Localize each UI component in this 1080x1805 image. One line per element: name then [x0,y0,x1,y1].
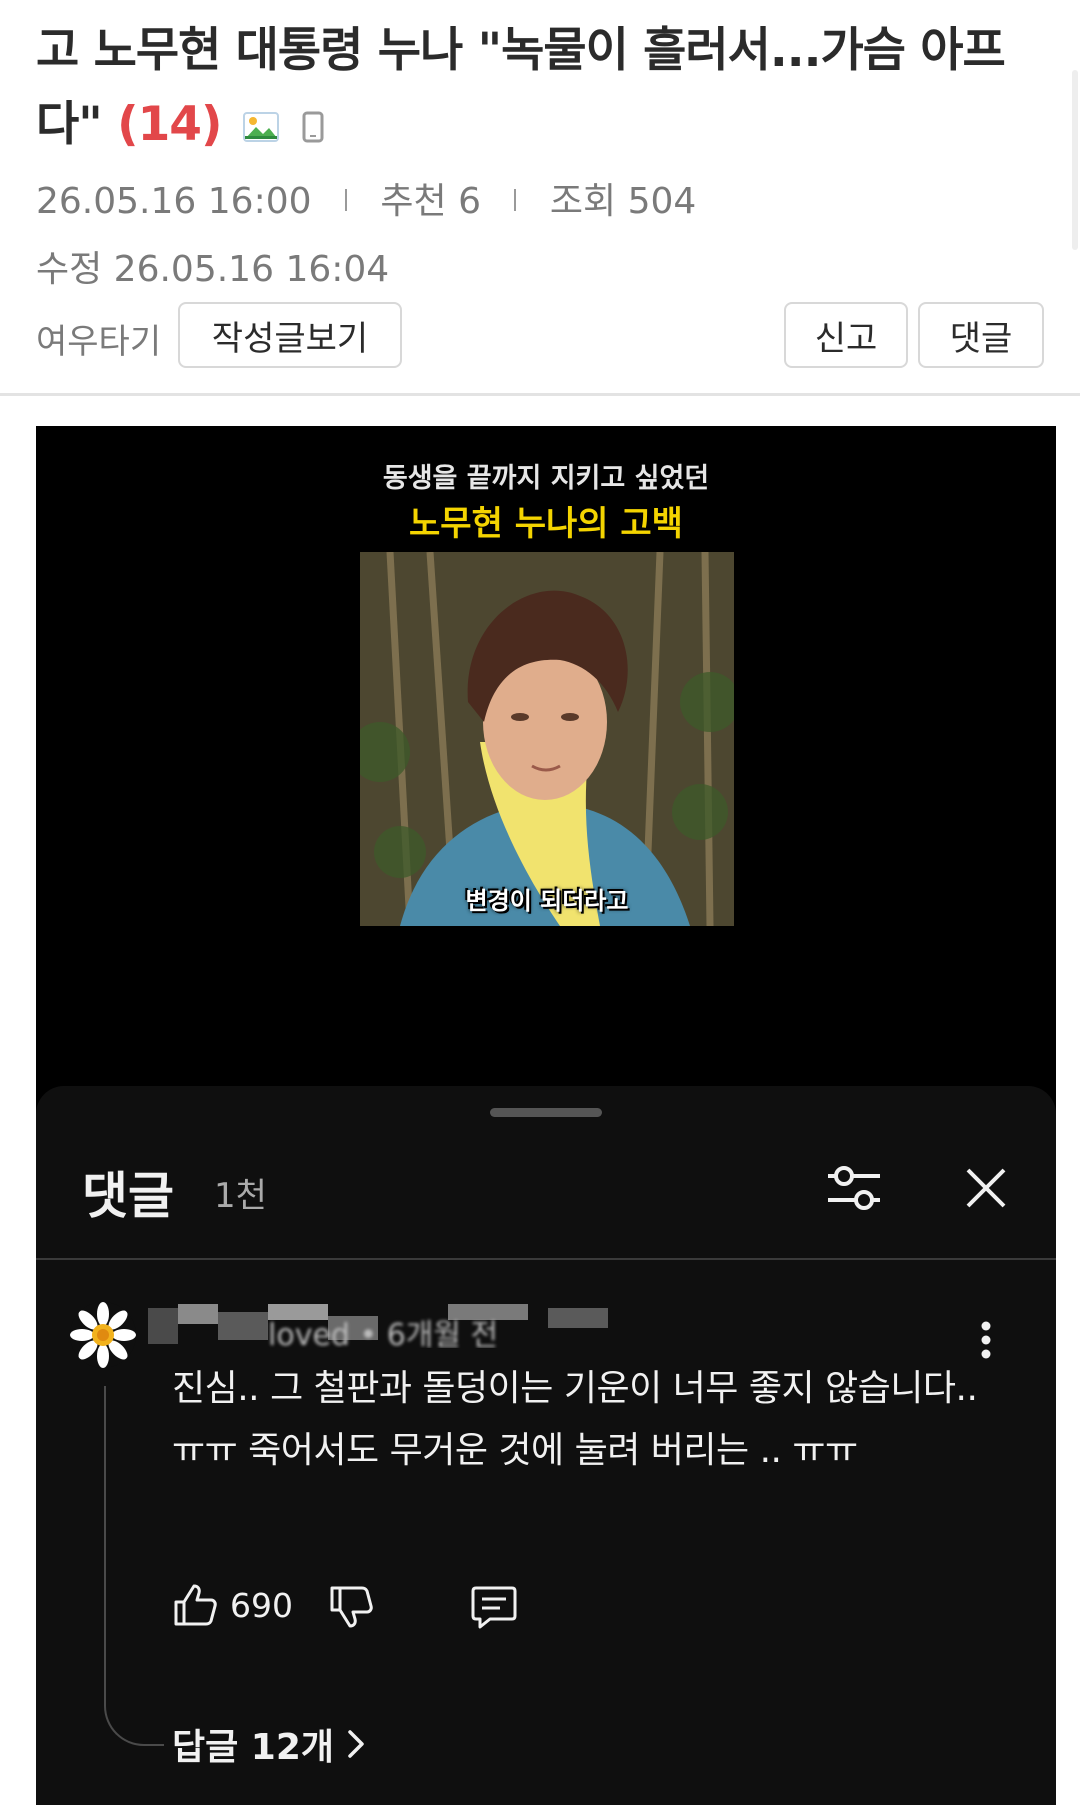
separator [344,189,347,211]
recommend-count: 추천 6 [380,181,482,222]
image-icon [242,112,279,142]
author-name[interactable]: 여우타기 [36,314,161,363]
chevron-right-icon [348,1730,364,1758]
comments-sheet: 댓글 1천 loved • 6개월 전 진심.. 그 철판과 돌덩이는 기운이 … [36,1086,1056,1805]
header-divider [0,393,1080,396]
daisy-icon [70,1302,136,1368]
comments-title: 댓글 [82,1167,174,1225]
scrollbar[interactable] [1072,70,1078,250]
video-subtitle: 변경이 되더라고 [465,887,629,915]
embedded-screenshot: 동생을 끝까지 지키고 싶었던 노무현 누나의 고백 변경이 되더라고 댓글 1… [36,426,1056,1805]
replies-link[interactable]: 답글 12개 [172,1718,364,1770]
report-button[interactable]: 신고 [784,302,908,368]
comment-text: 진심.. 그 철판과 돌덩이는 기운이 너무 좋지 않습니다..ㅠㅠ 죽어서도 … [172,1368,978,1471]
drag-handle[interactable] [490,1108,602,1117]
replies-label: 답글 12개 [172,1727,334,1768]
comment-button[interactable]: 댓글 [918,302,1044,368]
video-caption-main: 노무현 누나의 고백 [409,504,683,544]
comments-count: 1천 [214,1176,267,1216]
sheet-divider [36,1258,1056,1260]
action-row: 여우타기 작성글보기 신고 댓글 [36,302,1044,368]
post-header: 고 노무현 대통령 누나 "녹물이 흘러서...가슴 아프다" (14) 26.… [0,0,1080,396]
view-count: 조회 504 [549,181,697,222]
view-posts-button[interactable]: 작성글보기 [178,302,402,368]
close-icon[interactable] [964,1166,1008,1210]
mobile-icon [302,111,324,143]
video-still [360,552,734,926]
avatar[interactable] [70,1302,136,1368]
post-meta: 26.05.16 16:00 추천 6 조회 504 [36,172,696,224]
post-title: 고 노무현 대통령 누나 "녹물이 흘러서...가슴 아프다" (14) [36,14,1036,162]
filter-icon[interactable] [824,1162,884,1214]
post-date: 26.05.16 16:00 [36,181,312,222]
censored-author: loved • 6개월 전 [148,1304,618,1348]
dislike-icon[interactable] [328,1584,374,1630]
comment-author: loved • 6개월 전 [268,1318,499,1348]
thread-line [104,1386,164,1746]
like-count: 690 [230,1586,293,1625]
video-caption-top: 동생을 끝까지 지키고 싶었던 [382,463,710,494]
more-options-icon[interactable] [980,1320,992,1360]
comment-count[interactable]: (14) [117,97,222,152]
like-icon[interactable] [172,1582,218,1628]
separator [514,189,517,211]
reply-icon[interactable] [470,1584,518,1630]
video-frame[interactable]: 변경이 되더라고 [360,552,734,926]
edited-date: 수정 26.05.16 16:04 [36,249,390,290]
